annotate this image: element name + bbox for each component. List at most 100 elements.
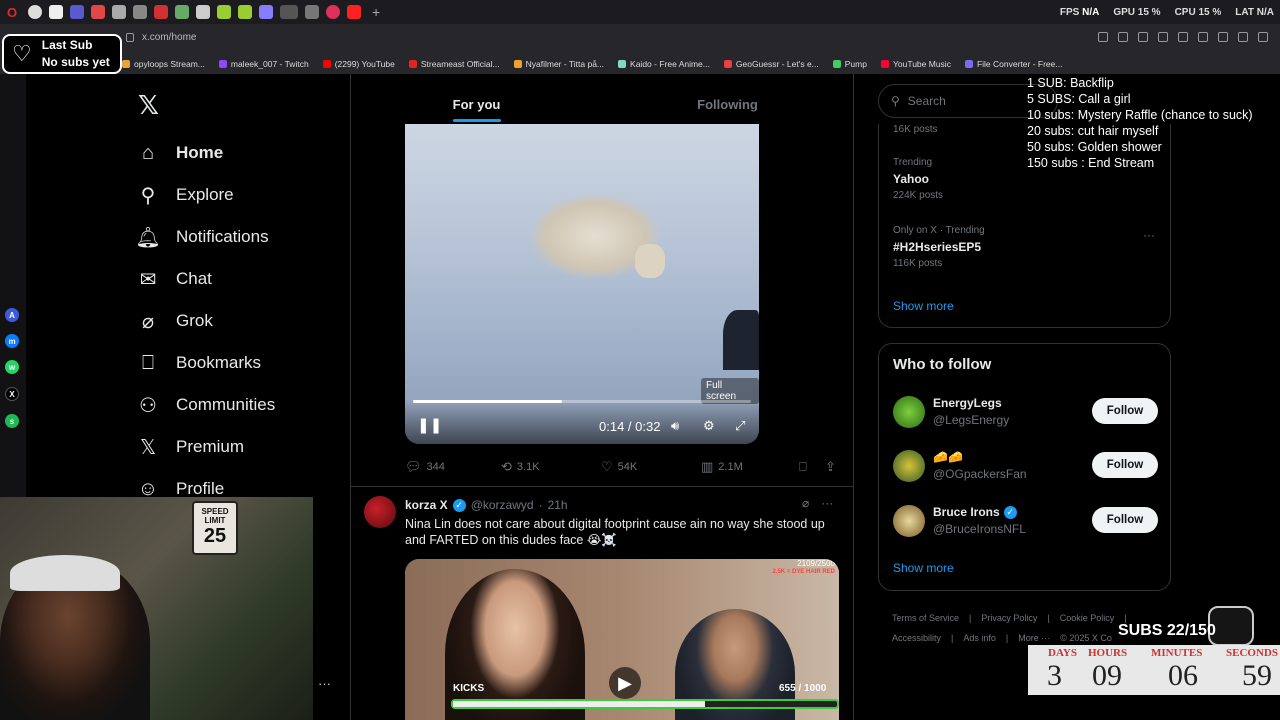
avatar[interactable] (893, 396, 925, 428)
follow-name[interactable]: EnergyLegs (933, 396, 1002, 410)
menu-icon[interactable] (1218, 32, 1228, 42)
tab-icon[interactable] (259, 5, 273, 19)
volume-icon[interactable]: 🔊︎ (671, 418, 679, 434)
avatar[interactable] (364, 496, 396, 528)
x-app-icon[interactable]: X (5, 387, 19, 401)
fullscreen-icon[interactable]: ⤢ (735, 418, 745, 434)
messenger-icon[interactable]: m (5, 334, 19, 348)
follow-suggestion[interactable]: Bruce Irons ✓ @BruceIronsNFL Follow (893, 503, 1159, 539)
tab-icon[interactable] (49, 5, 63, 19)
nav-item-communities[interactable]: ⚇ Communities (136, 384, 275, 426)
footer-link[interactable]: More ··· (1018, 633, 1050, 643)
footer-link[interactable]: Ads info (963, 633, 996, 643)
follow-suggestion[interactable]: EnergyLegs @LegsEnergy Follow (893, 394, 1159, 430)
footer-link[interactable]: Accessibility (892, 633, 941, 643)
whatsapp-icon[interactable]: w (5, 360, 19, 374)
tab-icon[interactable] (154, 5, 168, 19)
footer-link[interactable]: Terms of Service (892, 613, 959, 623)
footer-link[interactable]: Cookie Policy (1060, 613, 1115, 623)
tweet-time[interactable]: 21h (548, 498, 568, 512)
nav-item-explore[interactable]: ⚲ Explore (136, 174, 275, 216)
grok-icon[interactable]: ⌀ (802, 496, 809, 510)
tab-icon[interactable] (238, 5, 252, 19)
show-more-link[interactable]: Show more (893, 299, 954, 313)
video-progress-bar[interactable] (413, 400, 751, 403)
tab-icon-active[interactable] (280, 5, 298, 19)
follow-button[interactable]: Follow (1092, 398, 1158, 424)
follow-name-row[interactable]: Bruce Irons ✓ (933, 505, 1017, 519)
tab-icon[interactable] (28, 5, 42, 19)
tab-icon[interactable] (70, 5, 84, 19)
gear-icon[interactable]: ⚙ (703, 418, 715, 434)
tweet-author-handle[interactable]: @korzawyd (471, 498, 534, 512)
more-icon[interactable]: ··· (1143, 228, 1155, 242)
follow-button[interactable]: Follow (1092, 452, 1158, 478)
tweet-author-name[interactable]: korza X (405, 498, 448, 512)
tweet-media[interactable]: 2109/2500 2.5K = DYE HAIR RED ▶ KICKS 65… (405, 559, 839, 720)
new-tab-icon[interactable]: + (372, 4, 380, 20)
like-button[interactable]: ♡ 54K (601, 459, 637, 475)
profile-icon[interactable] (1238, 32, 1248, 42)
tab-icon[interactable] (133, 5, 147, 19)
follow-name[interactable]: Bruce Irons (933, 505, 1000, 519)
avatar[interactable] (893, 505, 925, 537)
reply-button[interactable]: 💬︎ 344 (405, 459, 445, 475)
video-player[interactable]: Full screen ❚❚ 0:14 / 0:32 🔊︎ ⚙ ⤢ (405, 124, 759, 444)
trend-item[interactable]: 16K posts (893, 124, 937, 135)
avatar[interactable] (893, 450, 925, 482)
follow-button[interactable]: Follow (1092, 507, 1158, 533)
heart-icon[interactable] (1198, 32, 1208, 42)
url-text[interactable]: x.com/home (142, 32, 196, 43)
tab-icon[interactable] (91, 5, 105, 19)
nav-item-bookmarks[interactable]: ⎕ Bookmarks (136, 342, 275, 384)
bookmark-item[interactable]: opyloops Stream... (122, 59, 205, 69)
trend-item[interactable]: Only on X · Trending #H2HseriesEP5 116K … (893, 225, 985, 269)
spotify-icon[interactable]: s (5, 414, 19, 428)
play-icon[interactable] (1178, 32, 1188, 42)
show-more-link[interactable]: Show more (893, 561, 954, 575)
tab-icon[interactable] (347, 5, 361, 19)
footer-link[interactable]: Privacy Policy (981, 613, 1037, 623)
url-field[interactable]: x.com/home (126, 32, 196, 43)
tab-following[interactable]: Following (602, 84, 853, 124)
tab-icon[interactable] (326, 5, 340, 19)
share-button[interactable]: ⇪ (825, 459, 836, 475)
tab-icon[interactable] (112, 5, 126, 19)
tab-icon[interactable] (217, 5, 231, 19)
tab-icon[interactable] (175, 5, 189, 19)
bookmark-item[interactable]: (2299) YouTube (322, 59, 395, 69)
tab-for-you[interactable]: For you (351, 84, 602, 124)
follow-suggestion[interactable]: 🧀🧀 @OGpackersFan Follow (893, 448, 1159, 484)
play-icon[interactable]: ▶ (609, 667, 641, 699)
pause-icon[interactable]: ❚❚ (417, 416, 442, 434)
bookmark-item[interactable]: maleek_007 - Twitch (218, 59, 309, 69)
tab-icon[interactable] (196, 5, 210, 19)
more-icon[interactable]: ··· (318, 676, 331, 691)
follow-name[interactable]: 🧀🧀 (933, 450, 963, 464)
edit-icon[interactable] (1118, 32, 1128, 42)
opera-logo-icon[interactable]: O (0, 0, 24, 24)
extensions-icon[interactable] (1258, 32, 1268, 42)
x-logo-icon[interactable]: 𝕏 (138, 90, 159, 121)
nav-item-chat[interactable]: ✉ Chat (136, 258, 275, 300)
trend-item[interactable]: Trending Yahoo 224K posts (893, 157, 943, 201)
aria-icon[interactable]: A (5, 308, 19, 322)
camera-icon[interactable] (1138, 32, 1148, 42)
more-icon[interactable]: ··· (821, 496, 833, 510)
bookmark-button[interactable]: ⎕ (799, 459, 807, 475)
bookmark-item[interactable]: Streameast Official... (408, 59, 500, 69)
bookmark-item[interactable]: Kaido - Free Anime... (618, 59, 710, 69)
zoom-icon[interactable] (1098, 32, 1108, 42)
repost-button[interactable]: ⟲ 3.1K (501, 459, 540, 475)
bookmark-item[interactable]: Pump (832, 59, 867, 69)
tab-icon[interactable] (305, 5, 319, 19)
bookmark-item[interactable]: Nyafilmer - Titta på... (513, 59, 604, 69)
bookmark-item[interactable]: File Converter - Free... (964, 59, 1062, 69)
nav-item-grok[interactable]: ⌀ Grok (136, 300, 275, 342)
shield-icon[interactable] (1158, 32, 1168, 42)
nav-item-notifications[interactable]: 🔔︎ Notifications (135, 216, 275, 258)
bookmark-item[interactable]: GeoGuessr - Let's e... (723, 59, 819, 69)
nav-item-home[interactable]: ⌂ Home (136, 132, 275, 174)
bookmark-item[interactable]: YouTube Music (880, 59, 951, 69)
nav-item-premium[interactable]: 𝕏 Premium (136, 426, 275, 468)
